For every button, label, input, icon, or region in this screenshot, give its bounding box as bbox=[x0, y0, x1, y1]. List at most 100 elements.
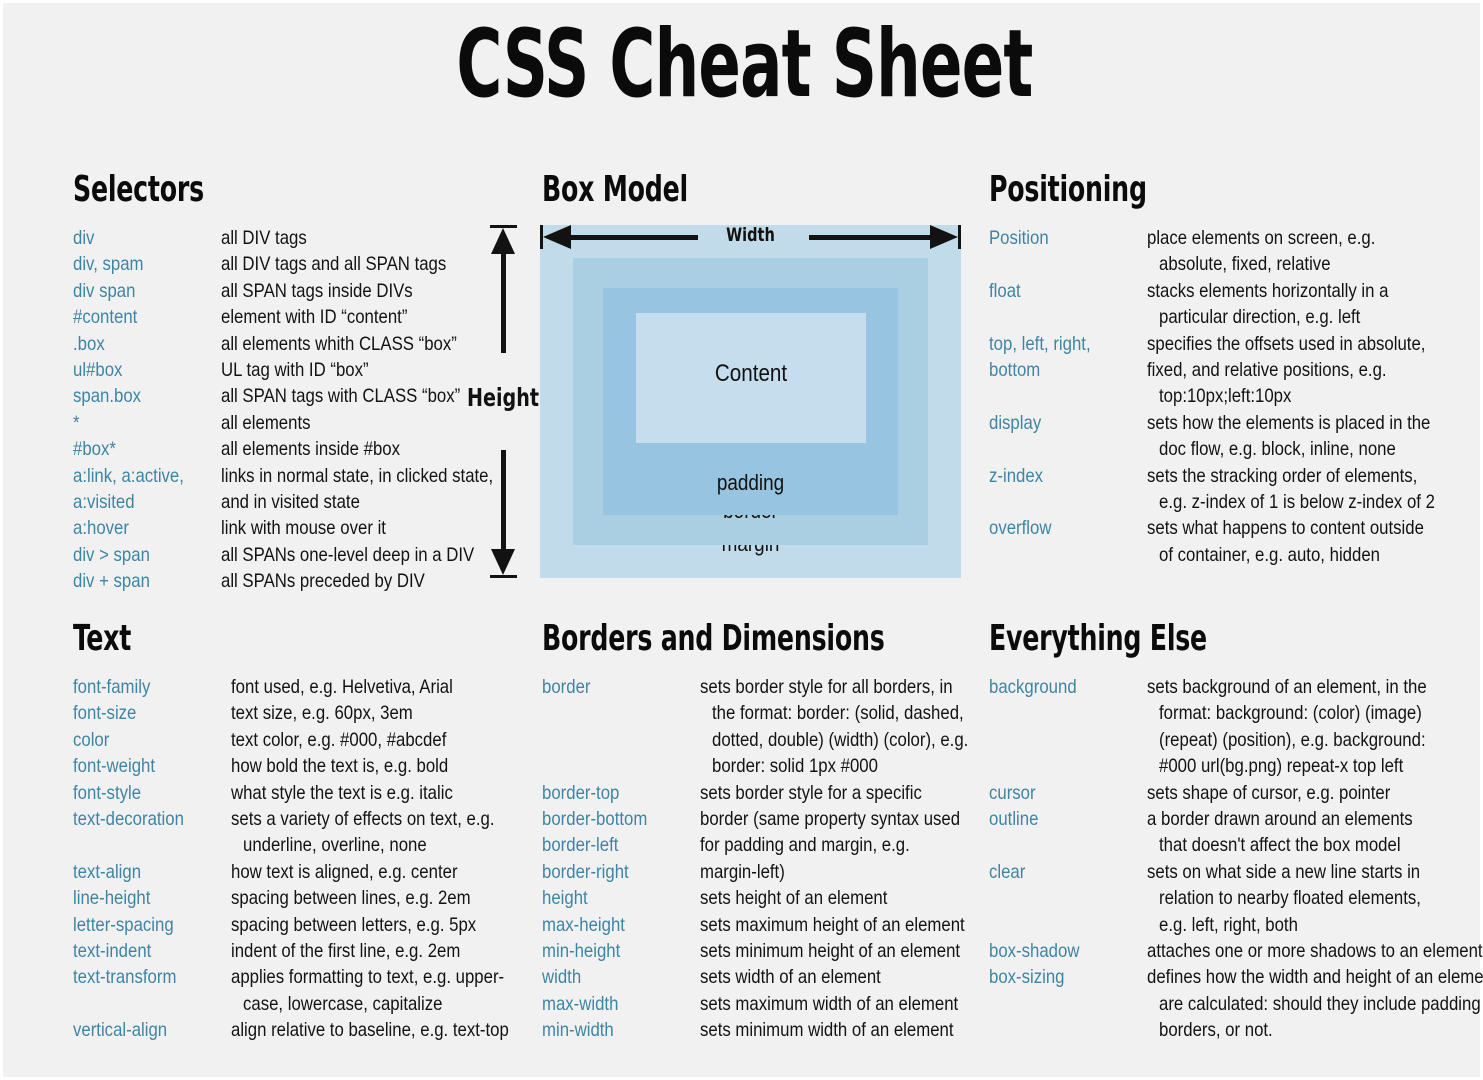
property-description: underline, overline, none bbox=[243, 834, 427, 857]
property-name: #box* bbox=[73, 438, 116, 461]
property-row: are calculated: should they include padd… bbox=[989, 991, 1483, 1017]
property-row: max-height sets maximum height of an elem… bbox=[542, 912, 972, 938]
property-row: the format: border: (solid, dashed, bbox=[542, 700, 972, 726]
property-description: all elements whith CLASS “box” bbox=[221, 332, 457, 355]
property-row: that doesn't affect the box model bbox=[989, 832, 1459, 858]
box-layer-content: Content bbox=[636, 313, 866, 443]
property-description: top:10px;left:10px bbox=[1159, 385, 1292, 408]
box-label-content: Content bbox=[714, 360, 788, 387]
property-row: borders, or not. bbox=[989, 1017, 1459, 1043]
property-row: box-sizing defines how the width and heig… bbox=[989, 964, 1483, 990]
property-name: .box bbox=[73, 332, 105, 355]
property-name: max-height bbox=[542, 913, 625, 936]
property-row: e.g. left, right, both bbox=[989, 912, 1459, 938]
property-row: div all DIV tags bbox=[73, 225, 493, 251]
property-description: e.g. left, right, both bbox=[1159, 913, 1298, 936]
property-row: doc flow, e.g. block, inline, none bbox=[989, 436, 1459, 462]
property-row: a:visited and in visited state bbox=[73, 489, 493, 515]
property-description: fixed, and relative positions, e.g. bbox=[1147, 359, 1387, 382]
property-row: width sets width of an element bbox=[542, 964, 972, 990]
property-description: all SPAN tags inside DIVs bbox=[221, 279, 413, 302]
property-description: sets maximum width of an element bbox=[700, 992, 959, 1015]
property-name: cursor bbox=[989, 781, 1036, 804]
property-name: outline bbox=[989, 808, 1039, 831]
property-name: min-height bbox=[542, 940, 621, 963]
property-description: and in visited state bbox=[221, 491, 360, 514]
property-row: absolute, fixed, relative bbox=[989, 251, 1459, 277]
section-heading-selectors: Selectors bbox=[73, 169, 204, 210]
property-description: all SPANs one-level deep in a DIV bbox=[221, 543, 475, 566]
property-description: defines how the width and height of an e… bbox=[1147, 966, 1483, 989]
property-name: clear bbox=[989, 860, 1026, 883]
property-name: letter-spacing bbox=[73, 913, 174, 936]
property-description: of container, e.g. auto, hidden bbox=[1159, 543, 1380, 566]
property-description: sets maximum height of an element bbox=[700, 913, 965, 936]
property-description: all elements inside #box bbox=[221, 438, 400, 461]
property-description: sets the stracking order of elements, bbox=[1147, 464, 1418, 487]
property-name: span.box bbox=[73, 385, 142, 408]
property-row: #box* all elements inside #box bbox=[73, 436, 493, 462]
property-name: display bbox=[989, 411, 1042, 434]
property-row: text-transform applies formatting to text… bbox=[73, 964, 504, 990]
property-row: z-index sets the stracking order of eleme… bbox=[989, 463, 1459, 489]
property-name: div, spam bbox=[73, 253, 144, 276]
property-description: sets border style for all borders, in bbox=[700, 676, 953, 698]
property-description: how bold the text is, e.g. bold bbox=[231, 755, 449, 778]
property-name: div > span bbox=[73, 543, 150, 566]
property-name: div bbox=[73, 227, 95, 249]
property-description: links in normal state, in clicked state, bbox=[221, 464, 494, 487]
property-description: borders, or not. bbox=[1159, 1019, 1273, 1042]
property-row: vertical-align align relative to baseline… bbox=[73, 1017, 509, 1043]
property-row: div span all SPAN tags inside DIVs bbox=[73, 278, 493, 304]
property-description: sets a variety of effects on text, e.g. bbox=[231, 808, 495, 831]
height-dimension-arrow: Height bbox=[467, 225, 539, 578]
property-description: text size, e.g. 60px, 3em bbox=[231, 702, 413, 725]
property-description: font used, e.g. Helvetiva, Arial bbox=[231, 676, 453, 698]
property-row: text-align how text is aligned, e.g. cent… bbox=[73, 859, 503, 885]
property-description: border: solid 1px #000 bbox=[712, 755, 878, 778]
box-label-padding: padding bbox=[716, 470, 785, 495]
property-name: overflow bbox=[989, 517, 1052, 540]
property-name: max-width bbox=[542, 992, 619, 1015]
property-row: span.box all SPAN tags with CLASS “box” bbox=[73, 383, 493, 409]
property-row: border-bottom border (same property synta… bbox=[542, 806, 972, 832]
property-description: specifies the offsets used in absolute, bbox=[1147, 332, 1426, 355]
property-row: relation to nearby floated elements, bbox=[989, 885, 1459, 911]
property-description: border (same property syntax used bbox=[700, 808, 961, 831]
property-description: sets shape of cursor, e.g. pointer bbox=[1147, 781, 1391, 804]
property-row: font-style what style the text is e.g. it… bbox=[73, 780, 503, 806]
property-description: e.g. z-index of 1 is below z-index of 2 bbox=[1159, 491, 1435, 514]
property-name: height bbox=[542, 887, 588, 910]
property-description: UL tag with ID “box” bbox=[221, 359, 369, 382]
property-row: border-right margin-left) bbox=[542, 859, 972, 885]
positioning-property-list: Position place elements on screen, e.g. ab… bbox=[989, 225, 1459, 568]
property-row: border sets border style for all borders,… bbox=[542, 674, 972, 700]
property-name: border-left bbox=[542, 834, 619, 857]
section-heading-borders-and-dimensions: Borders and Dimensions bbox=[542, 618, 885, 659]
property-description: link with mouse over it bbox=[221, 517, 386, 540]
property-row: a:hover link with mouse over it bbox=[73, 515, 493, 541]
property-description: indent of the first line, e.g. 2em bbox=[231, 940, 461, 963]
property-row: format: background: (color) (image) bbox=[989, 700, 1459, 726]
property-description: sets width of an element bbox=[700, 966, 881, 989]
property-name: a:link, a:active, bbox=[73, 464, 184, 487]
property-row: font-weight how bold the text is, e.g. bo… bbox=[73, 753, 503, 779]
property-row: height sets height of an element bbox=[542, 885, 972, 911]
property-row: background sets background of an element,… bbox=[989, 674, 1459, 700]
property-row: top, left, right, specifies the offsets u… bbox=[989, 331, 1459, 357]
property-name: text-decoration bbox=[73, 808, 184, 831]
property-row: * all elements bbox=[73, 410, 493, 436]
property-description: all DIV tags and all SPAN tags bbox=[221, 253, 447, 276]
property-row: outline a border drawn around an elements bbox=[989, 806, 1459, 832]
property-row: border-left for padding and margin, e.g. bbox=[542, 832, 972, 858]
property-name: font-weight bbox=[73, 755, 156, 778]
property-name: color bbox=[73, 728, 110, 751]
property-description: for padding and margin, e.g. bbox=[700, 834, 910, 857]
property-description: sets background of an element, in the bbox=[1147, 676, 1427, 698]
property-description: sets minimum height of an element bbox=[700, 940, 961, 963]
property-row: min-width sets minimum width of an elemen… bbox=[542, 1017, 972, 1043]
property-description: all SPANs preceded by DIV bbox=[221, 570, 425, 593]
property-row: Position place elements on screen, e.g. bbox=[989, 225, 1459, 251]
property-name: z-index bbox=[989, 464, 1044, 487]
property-row: particular direction, e.g. left bbox=[989, 304, 1459, 330]
